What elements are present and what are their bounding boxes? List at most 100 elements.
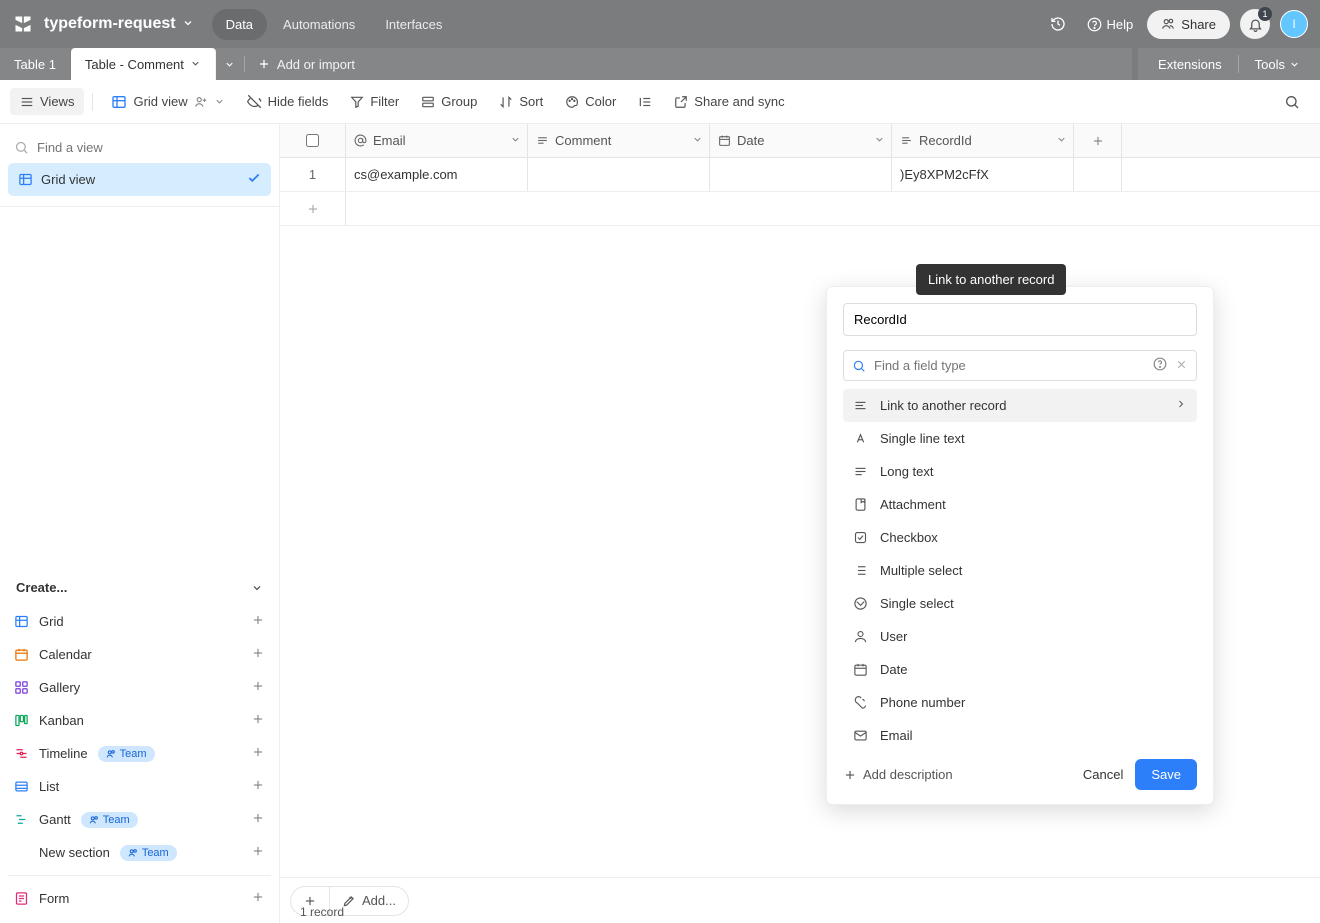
- cancel-button[interactable]: Cancel: [1071, 759, 1135, 790]
- cell-recordid[interactable]: )Ey8XPM2cFfX: [892, 158, 1074, 191]
- create-header[interactable]: Create...: [8, 566, 271, 605]
- field-type-attachment[interactable]: Attachment: [843, 488, 1197, 521]
- data-grid: Email Comment Date RecordId 1: [280, 124, 1320, 923]
- base-name: typeform-request: [44, 15, 176, 33]
- field-type-multiple-select[interactable]: Multiple select: [843, 554, 1197, 587]
- field-type-user[interactable]: User: [843, 620, 1197, 653]
- table-tabs-dropdown[interactable]: [216, 48, 244, 80]
- chevron-down-icon[interactable]: [510, 133, 521, 148]
- column-header-comment[interactable]: Comment: [528, 124, 710, 157]
- nav-tab-interfaces[interactable]: Interfaces: [371, 9, 456, 40]
- tools-tab[interactable]: Tools: [1245, 57, 1310, 72]
- find-view-field[interactable]: [37, 140, 265, 155]
- cell-comment[interactable]: [528, 158, 710, 191]
- create-item-new-section[interactable]: New sectionTeam: [8, 836, 271, 869]
- share-button[interactable]: Share: [1147, 10, 1230, 39]
- close-icon[interactable]: [1175, 358, 1188, 374]
- create-item-label: Gallery: [39, 680, 80, 695]
- field-config-popup: Link to another recordSingle line textLo…: [826, 286, 1214, 805]
- add-description-button[interactable]: Add description: [843, 767, 953, 782]
- view-item-grid[interactable]: Grid view: [8, 163, 271, 196]
- row-height-button[interactable]: [628, 89, 662, 115]
- plus-icon: [251, 613, 265, 630]
- create-item-calendar[interactable]: Calendar: [8, 638, 271, 671]
- create-item-kanban[interactable]: Kanban: [8, 704, 271, 737]
- table-tab-comment[interactable]: Table - Comment: [71, 48, 216, 80]
- column-header-email[interactable]: Email: [346, 124, 528, 157]
- save-button[interactable]: Save: [1135, 759, 1197, 790]
- create-item-label: Timeline: [39, 746, 88, 761]
- tabs-right: Extensions Tools: [1132, 48, 1320, 80]
- column-label: Date: [737, 133, 764, 148]
- nav-tab-automations[interactable]: Automations: [269, 9, 369, 40]
- nav-tab-data[interactable]: Data: [212, 9, 267, 40]
- chevron-down-icon[interactable]: [692, 133, 703, 148]
- filter-button[interactable]: Filter: [340, 88, 409, 115]
- view-item-label: Grid view: [41, 172, 95, 187]
- add-column-button[interactable]: [1074, 124, 1122, 157]
- color-button[interactable]: Color: [555, 88, 626, 115]
- hide-fields-button[interactable]: Hide fields: [237, 88, 339, 115]
- field-type-link-to-another-record[interactable]: Link to another record: [843, 389, 1197, 422]
- plus-icon: [251, 646, 265, 663]
- chevron-right-icon: [1175, 398, 1187, 413]
- group-label: Group: [441, 94, 477, 109]
- search-button[interactable]: [1274, 88, 1310, 116]
- find-field-type[interactable]: [843, 350, 1197, 381]
- select-all-cell[interactable]: [280, 124, 346, 157]
- base-name-dropdown[interactable]: typeform-request: [44, 15, 194, 33]
- extensions-tab[interactable]: Extensions: [1148, 57, 1232, 72]
- notifications-button[interactable]: 1: [1240, 9, 1270, 39]
- popup-actions: Add description Cancel Save: [843, 759, 1197, 790]
- find-view-input[interactable]: [8, 132, 271, 163]
- field-type-single-select[interactable]: Single select: [843, 587, 1197, 620]
- avatar[interactable]: I: [1280, 10, 1308, 38]
- cell-email[interactable]: cs@example.com: [346, 158, 528, 191]
- create-item-gantt[interactable]: GanttTeam: [8, 803, 271, 836]
- add-or-import-button[interactable]: Add or import: [245, 48, 367, 80]
- field-type-phone-number[interactable]: Phone number: [843, 686, 1197, 719]
- create-item-list[interactable]: List: [8, 770, 271, 803]
- field-type-email[interactable]: Email: [843, 719, 1197, 745]
- chevron-down-icon[interactable]: [190, 57, 201, 72]
- field-type-checkbox[interactable]: Checkbox: [843, 521, 1197, 554]
- cell-date[interactable]: [710, 158, 892, 191]
- column-label: Comment: [555, 133, 611, 148]
- help-label: Help: [1107, 17, 1134, 32]
- views-button[interactable]: Views: [10, 88, 84, 115]
- sort-button[interactable]: Sort: [489, 88, 553, 115]
- share-sync-button[interactable]: Share and sync: [664, 88, 794, 115]
- plus-icon: [251, 778, 265, 795]
- table-tab-1[interactable]: Table 1: [0, 48, 71, 80]
- table-tab-comment-label: Table - Comment: [85, 57, 184, 72]
- chevron-down-icon[interactable]: [1056, 133, 1067, 148]
- grid-view-dropdown[interactable]: Grid view: [101, 88, 234, 116]
- table-row[interactable]: 1 cs@example.com )Ey8XPM2cFfX: [280, 158, 1320, 192]
- help-button[interactable]: Help: [1083, 17, 1138, 32]
- hide-fields-label: Hide fields: [268, 94, 329, 109]
- create-item-timeline[interactable]: TimelineTeam: [8, 737, 271, 770]
- add-description-label: Add description: [863, 767, 953, 782]
- app-header: typeform-request Data Automations Interf…: [0, 0, 1320, 48]
- field-type-date[interactable]: Date: [843, 653, 1197, 686]
- help-icon[interactable]: [1153, 357, 1167, 374]
- field-type-long-text[interactable]: Long text: [843, 455, 1197, 488]
- find-type-input[interactable]: [874, 358, 1145, 373]
- select-all-checkbox[interactable]: [306, 134, 319, 147]
- column-header-recordid[interactable]: RecordId: [892, 124, 1074, 157]
- group-button[interactable]: Group: [411, 88, 487, 115]
- column-header-date[interactable]: Date: [710, 124, 892, 157]
- create-item-grid[interactable]: Grid: [8, 605, 271, 638]
- field-name-input[interactable]: [843, 303, 1197, 336]
- create-form[interactable]: Form: [8, 882, 271, 915]
- tools-label: Tools: [1255, 57, 1285, 72]
- chevron-down-icon[interactable]: [874, 133, 885, 148]
- share-sync-label: Share and sync: [694, 94, 784, 109]
- color-label: Color: [585, 94, 616, 109]
- create-item-label: Gantt: [39, 812, 71, 827]
- field-type-label: Date: [880, 662, 907, 677]
- create-item-gallery[interactable]: Gallery: [8, 671, 271, 704]
- field-type-single-line-text[interactable]: Single line text: [843, 422, 1197, 455]
- history-icon[interactable]: [1043, 9, 1073, 39]
- add-row[interactable]: [280, 192, 1320, 226]
